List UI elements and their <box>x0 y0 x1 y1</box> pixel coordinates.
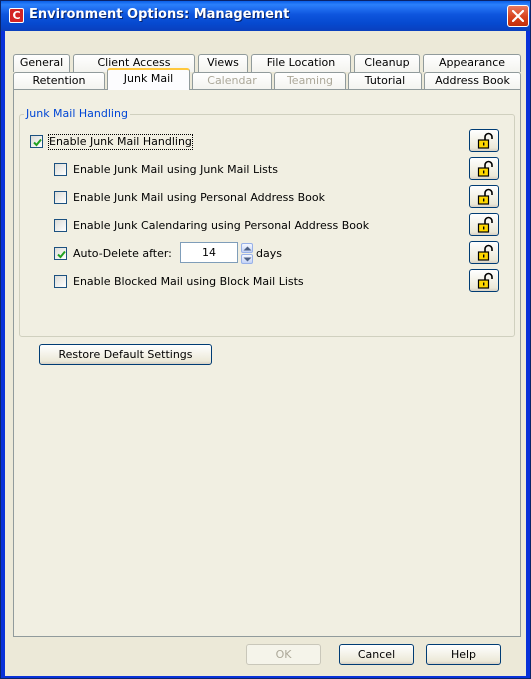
option-row: Enable Junk Mail using Personal Address … <box>20 191 514 207</box>
lock-button-auto-delete[interactable] <box>469 241 499 264</box>
tab-tutorial[interactable]: Tutorial <box>348 72 422 90</box>
tab-general[interactable]: General <box>13 54 70 72</box>
auto-delete-days-input[interactable]: 14 <box>180 242 238 263</box>
tab-calendar[interactable]: Calendar <box>192 72 272 90</box>
junk-mail-lists-checkbox[interactable] <box>54 163 67 176</box>
checkmark-icon <box>33 138 42 147</box>
unlocked-padlock-icon <box>477 160 493 177</box>
title-bar[interactable]: C Environment Options: Management <box>1 1 530 31</box>
checkmark-icon <box>57 250 66 259</box>
arrow-up-icon <box>243 246 252 251</box>
auto-delete-spinner <box>241 243 253 264</box>
option-row: Enable Blocked Mail using Block Mail Lis… <box>20 275 514 291</box>
tab-label: Address Book <box>435 74 510 87</box>
junk-mail-lists-label[interactable]: Enable Junk Mail using Junk Mail Lists <box>73 163 278 177</box>
restore-defaults-button[interactable]: Restore Default Settings <box>39 344 212 365</box>
auto-delete-checkbox[interactable] <box>54 247 67 260</box>
window-title: Environment Options: Management <box>29 7 290 22</box>
app-logo-icon: C <box>9 8 24 23</box>
enable-junk-mail-label[interactable]: Enable Junk Mail Handling <box>48 134 193 150</box>
tab-label: Retention <box>32 74 86 87</box>
lock-button-blocked-mail[interactable] <box>469 269 499 292</box>
enable-junk-mail-checkbox[interactable] <box>30 135 43 148</box>
tab-retention[interactable]: Retention <box>13 72 105 90</box>
tab-label: Appearance <box>438 56 506 69</box>
junk-mail-pab-label[interactable]: Enable Junk Mail using Personal Address … <box>73 191 325 205</box>
junk-mail-panel: Junk Mail Handling Enable Junk Mail Hand… <box>13 89 521 637</box>
tab-address-book[interactable]: Address Book <box>424 72 521 90</box>
junk-calendaring-label[interactable]: Enable Junk Calendaring using Personal A… <box>73 219 369 233</box>
junk-mail-group: Junk Mail Handling Enable Junk Mail Hand… <box>19 107 515 337</box>
junk-mail-pab-checkbox[interactable] <box>54 191 67 204</box>
lock-button-junk-lists[interactable] <box>469 157 499 180</box>
help-button[interactable]: Help <box>426 644 501 665</box>
auto-delete-label[interactable]: Auto-Delete after: <box>73 247 172 261</box>
group-title: Junk Mail Handling <box>24 107 130 121</box>
tab-file-location[interactable]: File Location <box>251 54 351 72</box>
unlocked-padlock-icon <box>477 216 493 233</box>
spin-up-button[interactable] <box>241 243 253 253</box>
option-row: Enable Junk Calendaring using Personal A… <box>20 219 514 235</box>
unlocked-padlock-icon <box>477 132 493 149</box>
dialog-body: General Client Access Views File Locatio… <box>5 31 526 676</box>
tab-appearance[interactable]: Appearance <box>423 54 521 72</box>
tab-label: Junk Mail <box>123 72 174 85</box>
lock-button-junk-calendaring[interactable] <box>469 213 499 236</box>
tab-teaming[interactable]: Teaming <box>274 72 346 90</box>
tab-views[interactable]: Views <box>198 54 248 72</box>
spin-down-button[interactable] <box>241 254 253 264</box>
junk-calendaring-checkbox[interactable] <box>54 219 67 232</box>
ok-button[interactable]: OK <box>246 644 321 665</box>
tab-label: General <box>19 56 64 69</box>
tab-label: Teaming <box>286 74 334 87</box>
option-row: Enable Junk Mail Handling <box>20 134 514 151</box>
tab-label: Cleanup <box>364 56 410 69</box>
tab-label: Views <box>207 56 239 69</box>
arrow-down-icon <box>243 257 252 262</box>
tab-cleanup[interactable]: Cleanup <box>354 54 420 72</box>
dialog-window: C Environment Options: Management Genera… <box>0 0 531 679</box>
option-row: Auto-Delete after: 14 days <box>20 242 514 264</box>
close-icon <box>512 10 524 22</box>
tab-label: Tutorial <box>364 74 406 87</box>
tab-label: Calendar <box>207 74 257 87</box>
tab-junk-mail[interactable]: Junk Mail <box>107 68 190 90</box>
cancel-button[interactable]: Cancel <box>339 644 414 665</box>
option-row: Enable Junk Mail using Junk Mail Lists <box>20 163 514 179</box>
days-unit-label: days <box>256 247 282 260</box>
unlocked-padlock-icon <box>477 244 493 261</box>
unlocked-padlock-icon <box>477 272 493 289</box>
unlocked-padlock-icon <box>477 188 493 205</box>
tab-label: File Location <box>266 56 336 69</box>
blocked-mail-label[interactable]: Enable Blocked Mail using Block Mail Lis… <box>73 275 304 289</box>
lock-button-junk-mail[interactable] <box>469 129 499 152</box>
blocked-mail-checkbox[interactable] <box>54 275 67 288</box>
lock-button-junk-pab[interactable] <box>469 185 499 208</box>
close-button[interactable] <box>507 5 529 27</box>
